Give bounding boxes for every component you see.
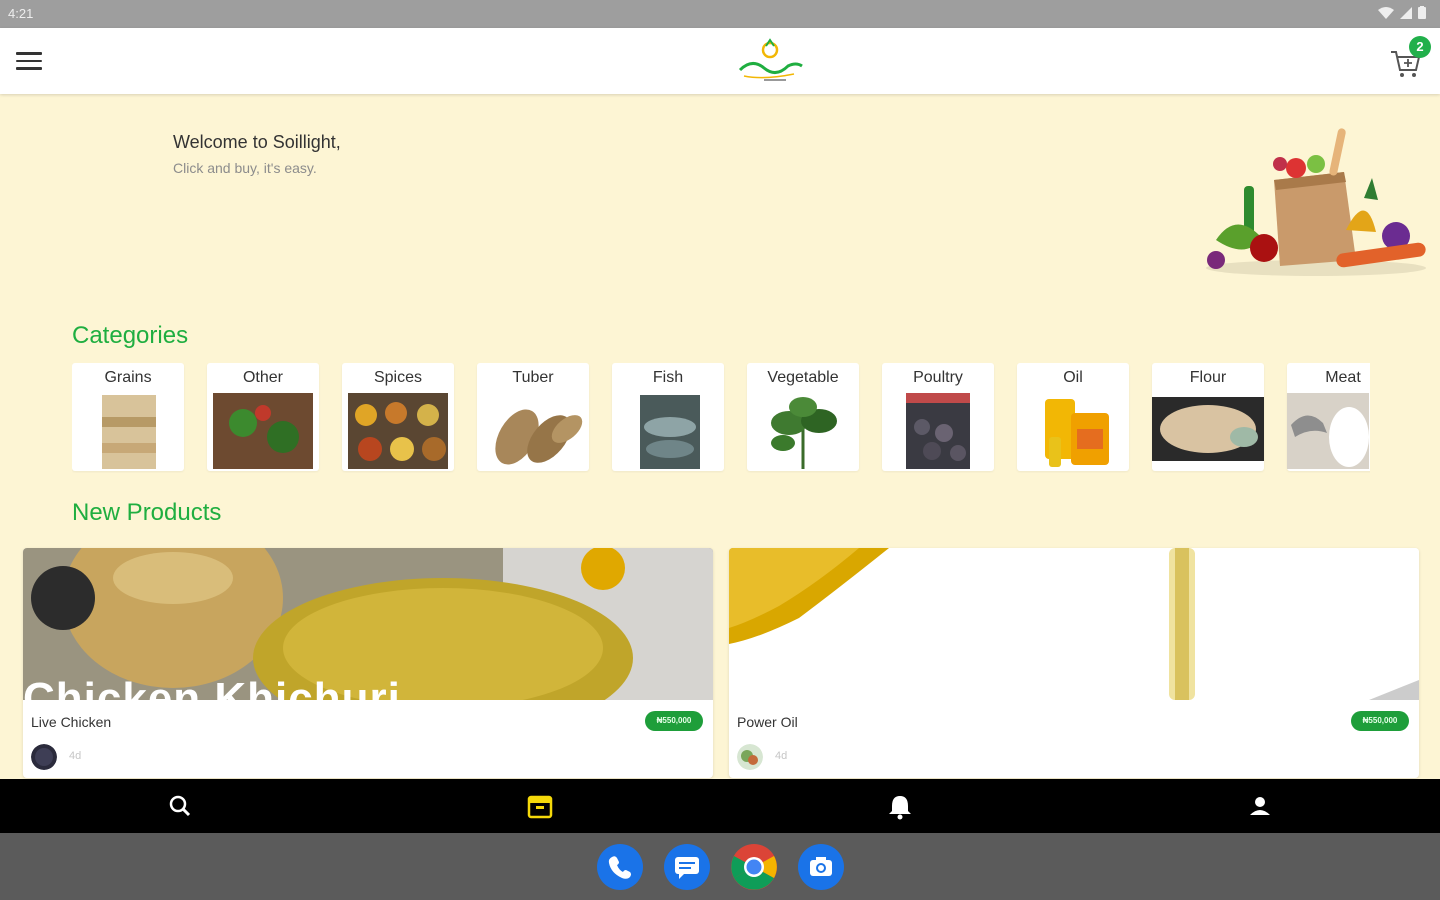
signal-icon bbox=[1400, 6, 1412, 22]
categories-heading: Categories bbox=[72, 322, 189, 349]
storefront-icon[interactable] bbox=[525, 791, 555, 821]
product-image: Chicken Khichuri bbox=[23, 548, 713, 700]
category-grains[interactable]: Grains bbox=[72, 363, 184, 471]
product-card-power-oil[interactable]: Power Oil ₦550,000 4d bbox=[729, 548, 1419, 778]
welcome-subtitle: Click and buy, it's easy. bbox=[173, 160, 317, 176]
category-meat[interactable]: Meat bbox=[1287, 363, 1370, 471]
grocery-bag-illustration bbox=[1196, 120, 1432, 280]
category-label: Meat bbox=[1325, 369, 1361, 386]
camera-icon[interactable] bbox=[798, 844, 844, 890]
oil-image bbox=[1023, 393, 1123, 469]
seller-avatar[interactable] bbox=[31, 744, 57, 770]
product-name: Live Chicken bbox=[31, 714, 112, 730]
category-label: Fish bbox=[652, 369, 684, 386]
category-label: Vegetable bbox=[767, 369, 839, 386]
category-oil[interactable]: Oil bbox=[1017, 363, 1129, 471]
hamburger-icon[interactable] bbox=[16, 52, 42, 72]
grains-image bbox=[78, 393, 178, 469]
posted-time: 4d bbox=[775, 750, 788, 762]
price-badge: ₦550,000 bbox=[1351, 711, 1409, 731]
battery-icon bbox=[1418, 6, 1426, 22]
category-poultry[interactable]: Poultry bbox=[882, 363, 994, 471]
welcome-title: Welcome to Soillight, bbox=[173, 132, 341, 152]
person-icon[interactable] bbox=[1245, 791, 1275, 821]
seller-avatar[interactable] bbox=[737, 744, 763, 770]
search-icon[interactable] bbox=[165, 791, 195, 821]
poultry-image bbox=[888, 393, 988, 469]
product-image bbox=[729, 548, 1419, 700]
app-bar: 2 bbox=[0, 28, 1440, 94]
category-vegetable[interactable]: Vegetable bbox=[747, 363, 859, 471]
bell-icon[interactable] bbox=[885, 791, 915, 821]
category-label: Other bbox=[242, 369, 283, 386]
system-status-bar: 4:21 bbox=[0, 0, 1440, 28]
messages-icon[interactable] bbox=[664, 844, 710, 890]
category-tuber[interactable]: Tuber bbox=[477, 363, 589, 471]
vegetable-image bbox=[753, 393, 853, 469]
category-label: Poultry bbox=[913, 369, 963, 386]
wifi-icon bbox=[1378, 6, 1394, 22]
product-name: Power Oil bbox=[737, 714, 798, 730]
category-label: Grains bbox=[104, 369, 152, 386]
bottom-navigation bbox=[0, 779, 1440, 833]
fish-image bbox=[618, 393, 718, 469]
other-image bbox=[213, 393, 313, 469]
flour-image bbox=[1152, 393, 1264, 469]
phone-icon[interactable] bbox=[597, 844, 643, 890]
system-dock bbox=[0, 833, 1440, 900]
categories-row: Grains Other Spices Tuber Fish Vegetable bbox=[72, 363, 1370, 473]
posted-time: 4d bbox=[69, 750, 82, 762]
product-image-overlay-text: Chicken Khichuri bbox=[23, 674, 401, 700]
new-products-heading: New Products bbox=[72, 499, 222, 526]
cart-count-badge: 2 bbox=[1409, 36, 1431, 58]
category-other[interactable]: Other bbox=[207, 363, 319, 471]
tuber-image bbox=[483, 393, 583, 469]
spices-image bbox=[348, 393, 448, 469]
meat-image bbox=[1287, 393, 1369, 469]
status-time: 4:21 bbox=[8, 6, 34, 21]
chrome-icon[interactable] bbox=[731, 844, 777, 890]
category-label: Flour bbox=[1189, 369, 1227, 386]
category-fish[interactable]: Fish bbox=[612, 363, 724, 471]
soillight-logo bbox=[734, 36, 806, 86]
category-label: Oil bbox=[1063, 369, 1083, 386]
category-spices[interactable]: Spices bbox=[342, 363, 454, 471]
product-card-live-chicken[interactable]: Chicken Khichuri Live Chicken ₦550,000 4… bbox=[23, 548, 713, 778]
category-label: Spices bbox=[373, 369, 423, 386]
status-icons bbox=[1378, 6, 1426, 22]
category-label: Tuber bbox=[512, 369, 554, 386]
price-badge: ₦550,000 bbox=[645, 711, 703, 731]
category-flour[interactable]: Flour bbox=[1152, 363, 1264, 471]
